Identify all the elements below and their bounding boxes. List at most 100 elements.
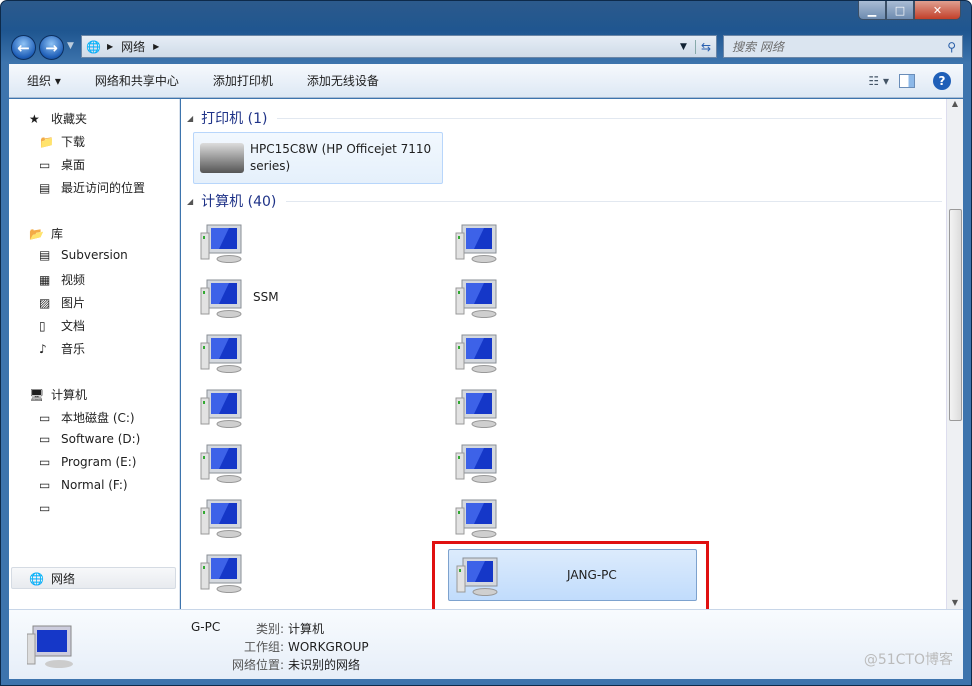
nav-favorite-item-label: 最近访问的位置 — [61, 181, 146, 195]
organize-menu[interactable]: 组织 ▾ — [9, 72, 77, 89]
nav-drive-item[interactable]: ▭ Software (D:) — [39, 432, 140, 446]
nav-favorites[interactable]: ★ 收藏夹 — [29, 110, 87, 127]
vertical-scrollbar[interactable]: ▲ ▼ — [946, 99, 963, 609]
computer-item[interactable] — [193, 382, 438, 434]
computer-icon — [454, 278, 500, 318]
nav-drive-item-label: Normal (F:) — [61, 478, 128, 492]
computer-item[interactable] — [193, 437, 438, 489]
nav-favorite-item[interactable]: 📁 下载 — [39, 133, 85, 150]
minimize-button[interactable]: ▁ — [858, 1, 886, 20]
nav-library-item-label: 图片 — [61, 296, 86, 310]
explorer-window: ▁ □ ✕ ← → ▼ 🌐 ▶ 网络 ▶ ▼ ⇆ 搜索 网络 ⚲ 组织 ▾ 网络… — [0, 0, 972, 686]
computer-icon — [454, 333, 500, 373]
nav-library-item-label: 视频 — [61, 273, 86, 287]
computer-item[interactable] — [448, 437, 693, 489]
printer-icon — [200, 143, 244, 173]
drive-icon: ▭ — [39, 455, 51, 469]
add-wireless-device-button[interactable]: 添加无线设备 — [289, 72, 395, 89]
navigation-pane: ★ 收藏夹 📁 下载 ▭ 桌面 ▤ 最近访问的位置 📂 库 ▤ Subversion ▦ 视频 ▨ 图片 ▯ 文档… — [9, 99, 180, 609]
computer-icon — [454, 498, 500, 538]
search-icon[interactable]: ⚲ — [947, 40, 956, 54]
nav-drive-item[interactable]: ▭ 本地磁盘 (C:) — [39, 409, 135, 426]
computer-icon — [199, 553, 245, 593]
nav-library-item[interactable]: ▦ 视频 — [39, 271, 85, 288]
nav-libraries[interactable]: 📂 库 — [29, 225, 63, 242]
video-icon: ▦ — [39, 272, 51, 287]
computer-item[interactable] — [193, 217, 438, 269]
address-dropdown-icon[interactable]: ▼ — [680, 42, 687, 52]
search-input[interactable]: 搜索 网络 ⚲ — [723, 35, 963, 58]
computer-item[interactable] — [193, 327, 438, 379]
type-label: 类别: — [255, 622, 284, 636]
nav-library-item[interactable]: ▯ 文档 — [39, 317, 85, 334]
nav-drive-item-label: Program (E:) — [61, 455, 137, 469]
computer-icon — [454, 388, 500, 428]
nav-computer-label: 计算机 — [51, 388, 88, 402]
nav-favorite-item-label: 下载 — [61, 135, 86, 149]
network-icon: 🌐 — [86, 39, 101, 54]
watermark: @51CTO博客 — [863, 652, 953, 668]
nav-libraries-label: 库 — [51, 227, 64, 241]
refresh-icon[interactable]: ⇆ — [694, 39, 716, 54]
nav-favorites-label: 收藏夹 — [51, 112, 88, 126]
network-sharing-center-button[interactable]: 网络和共享中心 — [77, 72, 195, 89]
computer-icon — [199, 223, 245, 263]
computer-icon — [199, 278, 245, 318]
nav-favorite-item[interactable]: ▤ 最近访问的位置 — [39, 179, 145, 196]
breadcrumb-separator-icon[interactable]: ▶ — [107, 42, 113, 51]
computer-item[interactable] — [448, 327, 693, 379]
network-icon: 🌐 — [29, 571, 44, 586]
help-icon[interactable]: ? — [933, 71, 951, 90]
music-icon: ♪ — [39, 341, 47, 356]
nav-computer[interactable]: 🖥 计算机 — [29, 386, 87, 403]
location-value: 未识别的网络 — [288, 658, 361, 672]
nav-drive-item[interactable]: ▭ — [39, 501, 61, 515]
breadcrumb-network[interactable]: 网络 — [121, 38, 145, 55]
computer-item[interactable] — [448, 382, 693, 434]
computer-icon: 🖥 — [29, 387, 45, 402]
nav-library-item[interactable]: ▨ 图片 — [39, 294, 85, 311]
scrollbar-thumb[interactable] — [949, 209, 962, 421]
computer-icon — [199, 443, 245, 483]
nav-library-item[interactable]: ▤ Subversion — [39, 248, 128, 262]
breadcrumb-separator-icon[interactable]: ▶ — [153, 42, 159, 51]
computer-icon — [26, 624, 83, 670]
computers-group-label: 计算机 (40) — [201, 194, 277, 210]
preview-pane-icon[interactable] — [899, 73, 915, 88]
view-options-icon[interactable]: ☷ ▾ — [868, 74, 889, 88]
details-pane: G-PC 类别: 工作组: 网络位置: 计算机 WORKGROUP 未识别的网络… — [9, 609, 963, 679]
recent-pages-dropdown[interactable]: ▼ — [67, 41, 74, 51]
nav-favorite-item[interactable]: ▭ 桌面 — [39, 156, 85, 173]
library-icon: 📂 — [29, 226, 44, 241]
close-button[interactable]: ✕ — [914, 1, 961, 20]
computer-item[interactable] — [448, 272, 693, 324]
nav-network[interactable]: 🌐 网络 — [29, 570, 75, 587]
subversion-icon: ▤ — [39, 248, 51, 262]
command-bar: 组织 ▾ 网络和共享中心 添加打印机 添加无线设备 ☷ ▾ ? — [9, 64, 963, 98]
computer-item[interactable] — [193, 547, 438, 599]
computers-group-header[interactable]: ◢ 计算机 (40) — [187, 191, 942, 211]
computer-item[interactable] — [193, 492, 438, 544]
printers-group-header[interactable]: ◢ 打印机 (1) — [187, 108, 942, 128]
add-printer-button[interactable]: 添加打印机 — [195, 72, 289, 89]
workgroup-label: 工作组: — [243, 640, 284, 654]
forward-button[interactable]: → — [39, 35, 64, 60]
address-bar[interactable]: 🌐 ▶ 网络 ▶ ▼ ⇆ — [81, 35, 717, 58]
back-button[interactable]: ← — [11, 35, 36, 60]
drive-icon: ▭ — [39, 478, 51, 492]
computer-icon — [199, 333, 245, 373]
scroll-up-icon[interactable]: ▲ — [947, 99, 963, 108]
scroll-down-icon[interactable]: ▼ — [947, 598, 963, 607]
nav-drive-item[interactable]: ▭ Normal (F:) — [39, 478, 128, 492]
computer-item[interactable] — [448, 492, 693, 544]
nav-library-item[interactable]: ♪ 音乐 — [39, 340, 85, 357]
maximize-button[interactable]: □ — [886, 1, 914, 20]
printer-item[interactable]: HPC15C8W (HP Officejet 7110 series) — [193, 132, 443, 184]
nav-favorite-item-label: 桌面 — [61, 158, 86, 172]
highlight-box — [432, 541, 709, 613]
computer-item[interactable]: SSM — [193, 272, 438, 324]
nav-drive-item[interactable]: ▭ Program (E:) — [39, 455, 136, 469]
location-label: 网络位置: — [231, 658, 284, 672]
computer-name: SSM — [253, 290, 279, 304]
computer-item[interactable] — [448, 217, 693, 269]
